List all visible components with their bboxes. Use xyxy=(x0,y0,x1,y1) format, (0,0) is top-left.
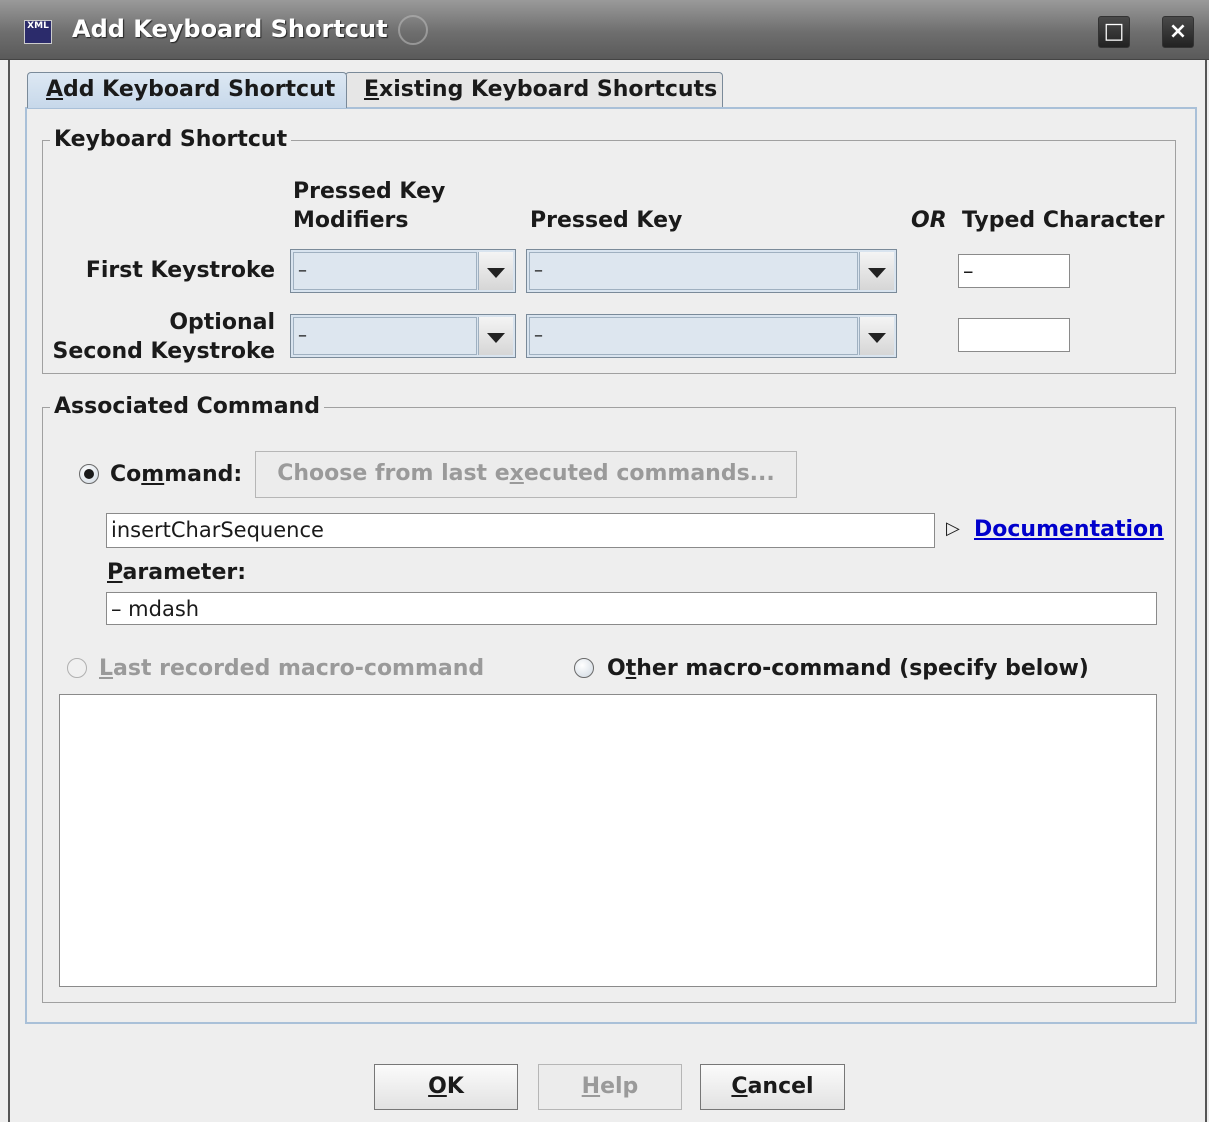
tab-label: dd Keyboard Shortcut xyxy=(63,77,336,102)
label-part: ecuted commands... xyxy=(523,461,775,486)
command-radio-label[interactable]: Command: xyxy=(110,460,242,489)
combo-value: – xyxy=(293,317,477,355)
chevron-down-icon[interactable] xyxy=(478,317,513,355)
command-field[interactable]: insertCharSequence xyxy=(106,513,935,548)
label-part: her macro-command (specify below) xyxy=(636,656,1089,681)
last-recorded-macro-radio[interactable] xyxy=(67,658,87,678)
first-typed-character-field[interactable]: – xyxy=(958,254,1070,288)
help-button[interactable]: Help xyxy=(538,1064,682,1110)
label-mnemonic: P xyxy=(107,560,123,585)
combo-value: – xyxy=(529,252,858,290)
associated-command-group-title: Associated Command xyxy=(50,393,324,421)
title-bar[interactable]: XML Add Keyboard Shortcut □ × xyxy=(0,0,1209,60)
chevron-down-icon[interactable] xyxy=(478,252,513,290)
label-mnemonic: m xyxy=(141,462,165,487)
label-mnemonic: C xyxy=(731,1074,748,1099)
keyboard-shortcut-group-title: Keyboard Shortcut xyxy=(50,126,292,154)
label-mnemonic: O xyxy=(428,1074,447,1099)
header-modifiers-line2: Modifiers xyxy=(293,208,409,233)
parameter-field[interactable]: – mdash xyxy=(106,592,1157,625)
header-pressed-key: Pressed Key xyxy=(530,208,683,233)
tab-mnemonic: E xyxy=(364,77,380,102)
ok-button[interactable]: OK xyxy=(374,1064,518,1110)
label-mnemonic: L xyxy=(99,656,114,681)
documentation-link[interactable]: Documentation xyxy=(974,515,1164,544)
macro-text-area[interactable] xyxy=(59,694,1157,987)
second-typed-character-field[interactable] xyxy=(958,318,1070,352)
first-key-combo[interactable]: – xyxy=(526,249,897,293)
tab-label: xisting Keyboard Shortcuts xyxy=(379,77,718,102)
combo-value: – xyxy=(293,252,477,290)
second-modifiers-combo[interactable]: – xyxy=(290,314,516,358)
label-part: elp xyxy=(600,1074,639,1099)
second-keystroke-label-line1: Optional xyxy=(169,310,275,335)
other-macro-label[interactable]: Other macro-command (specify below) xyxy=(607,654,1089,683)
other-macro-radio[interactable] xyxy=(574,658,594,678)
choose-from-last-executed-button[interactable]: Choose from last executed commands... xyxy=(255,451,797,498)
header-typed-character: Typed Character xyxy=(962,208,1165,233)
label-part: ast recorded macro-command xyxy=(113,656,485,681)
maximize-button[interactable]: □ xyxy=(1098,16,1130,48)
label-part: O xyxy=(607,656,626,681)
label-part: Choose from last e xyxy=(277,461,510,486)
label-part: arameter: xyxy=(122,560,247,585)
first-keystroke-label: First Keystroke xyxy=(85,258,275,283)
chevron-down-icon[interactable] xyxy=(859,317,894,355)
second-key-combo[interactable]: – xyxy=(526,314,897,358)
window-frame-left xyxy=(8,60,10,1122)
app-icon: XML xyxy=(24,20,52,44)
combo-value: – xyxy=(529,317,858,355)
tab-existing-keyboard-shortcuts[interactable]: Existing Keyboard Shortcuts xyxy=(345,72,723,108)
first-modifiers-combo[interactable]: – xyxy=(290,249,516,293)
header-modifiers-line1: Pressed Key xyxy=(293,179,446,204)
label-mnemonic: H xyxy=(581,1074,601,1099)
label-mnemonic: t xyxy=(625,656,637,681)
window-frame-right xyxy=(1205,60,1207,1122)
chevron-down-icon[interactable] xyxy=(859,252,894,290)
tab-mnemonic: A xyxy=(46,77,64,102)
label-part: K xyxy=(446,1074,464,1099)
tab-add-keyboard-shortcut[interactable]: Add Keyboard Shortcut xyxy=(27,72,347,108)
label-part: ancel xyxy=(747,1074,814,1099)
label-part: Co xyxy=(110,462,142,487)
expand-arrow-icon: ▷ xyxy=(946,518,960,539)
close-button[interactable]: × xyxy=(1162,16,1194,48)
header-or: OR xyxy=(911,208,947,233)
second-keystroke-label-line2: Second Keystroke xyxy=(52,339,275,364)
window-title: Add Keyboard Shortcut xyxy=(72,15,388,43)
label-part: mand: xyxy=(164,462,243,487)
last-recorded-macro-label[interactable]: Last recorded macro-command xyxy=(99,654,484,683)
swirl-icon xyxy=(398,15,428,45)
cancel-button[interactable]: Cancel xyxy=(700,1064,845,1110)
parameter-label: Parameter: xyxy=(107,558,246,587)
command-radio[interactable] xyxy=(79,464,99,484)
label-mnemonic: x xyxy=(509,461,524,486)
